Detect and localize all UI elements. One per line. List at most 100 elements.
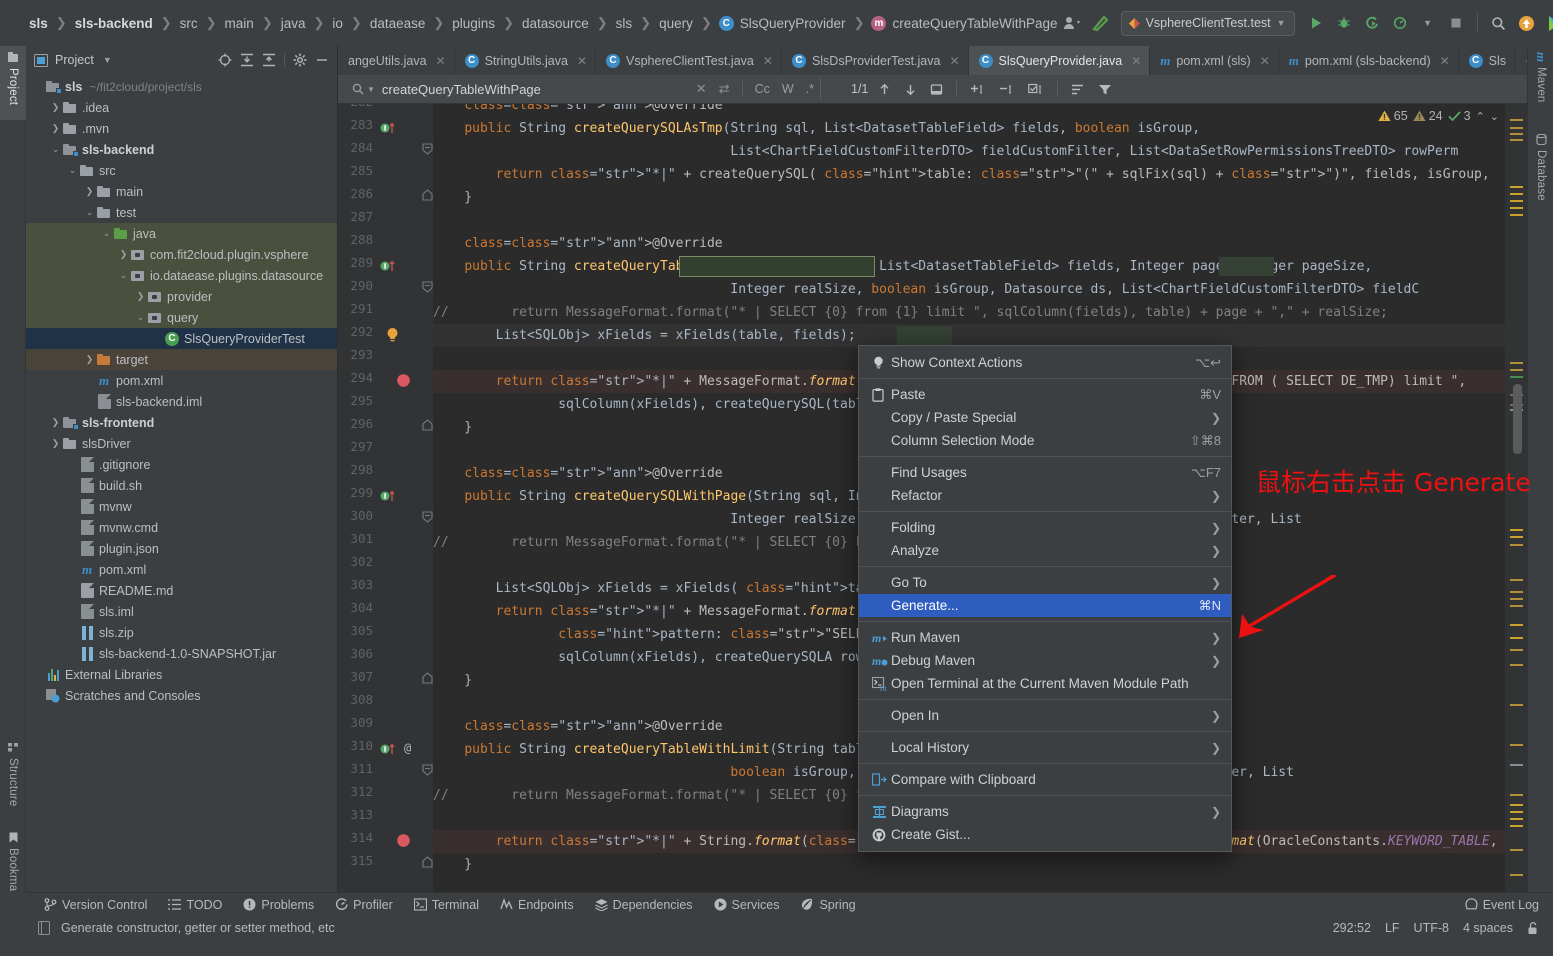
expand-all-icon[interactable] [240, 53, 254, 67]
next-problem-icon[interactable]: ⌄ [1490, 110, 1499, 123]
breadcrumb-item[interactable]: query [658, 16, 694, 31]
search-everywhere-icon[interactable] [1486, 10, 1512, 36]
chevron-down-icon[interactable]: ⌄ [100, 228, 113, 239]
breadcrumb-item[interactable]: m createQueryTableWithPage [871, 15, 1058, 31]
find-in-selection-icon[interactable] [930, 83, 943, 96]
fold-end-icon[interactable] [422, 856, 433, 869]
error-stripe-mark[interactable] [1510, 362, 1523, 364]
fold-end-icon[interactable] [422, 419, 433, 432]
tree-item[interactable]: sls ~/fit2cloud/project/sls [26, 76, 337, 97]
breadcrumb-item[interactable]: src [179, 16, 199, 31]
tree-item[interactable]: .gitignore [26, 454, 337, 475]
error-stripe-mark[interactable] [1510, 544, 1523, 546]
error-stripe-mark[interactable] [1510, 874, 1523, 876]
tree-item[interactable]: ❯ main [26, 181, 337, 202]
editor-context-menu[interactable]: Show Context Actions ⌥↩ Paste ⌘V Copy / Past… [858, 345, 1232, 852]
menu-item[interactable]: Compare with Clipboard [859, 768, 1231, 791]
error-stripe-mark[interactable] [1510, 369, 1523, 371]
locate-icon[interactable] [218, 53, 232, 67]
tree-item[interactable]: sls-backend-1.0-SNAPSHOT.jar [26, 643, 337, 664]
tool-window-button[interactable]: Spring [800, 898, 856, 912]
event-log-button[interactable]: Event Log [1465, 898, 1539, 912]
tree-item[interactable]: ❯ .mvn [26, 118, 337, 139]
tree-item[interactable]: ⌄ query [26, 307, 337, 328]
breadcrumb-item[interactable]: datasource [521, 16, 590, 31]
tree-item[interactable]: ⌄ src [26, 160, 337, 181]
tool-window-button[interactable]: Dependencies [594, 898, 693, 912]
error-stripe-mark[interactable] [1510, 849, 1523, 851]
intention-bulb-icon[interactable] [385, 327, 400, 343]
code-line[interactable]: class=class="str">"ann">@Override [433, 715, 722, 738]
error-stripe-mark[interactable] [1510, 624, 1523, 626]
fold-end-icon[interactable] [422, 189, 433, 202]
tree-item[interactable]: sls.iml [26, 601, 337, 622]
tool-window-button[interactable]: Problems [243, 898, 314, 912]
error-stripe-mark[interactable] [1510, 579, 1523, 581]
close-icon[interactable]: ✕ [1440, 54, 1450, 68]
sidebar-item-structure[interactable]: Structure [0, 736, 26, 818]
filter-list-icon[interactable] [1071, 83, 1085, 96]
code-line[interactable]: List<SQLObj> xFields = xFields(table, fi… [433, 324, 856, 347]
menu-item[interactable]: Open In ❯ [859, 704, 1231, 727]
caret-position[interactable]: 292:52 [1333, 921, 1371, 935]
breadcrumb-item[interactable]: sls-backend [74, 16, 154, 31]
code-line[interactable]: } [433, 669, 472, 692]
sidebar-item-database[interactable]: Database [1528, 128, 1553, 212]
tree-item[interactable]: ❯ com.fit2cloud.plugin.vsphere [26, 244, 337, 265]
tool-window-button[interactable]: Profiler [335, 898, 393, 912]
tool-window-button[interactable]: Services [714, 898, 779, 912]
tree-item[interactable]: build.sh [26, 475, 337, 496]
chevron-right-icon[interactable]: ❯ [49, 417, 62, 428]
breadcrumb-item[interactable]: C SlsQueryProvider [718, 15, 847, 31]
tool-window-bar[interactable]: Version Control TODO Problems Profiler Termi… [26, 892, 1553, 916]
menu-item[interactable]: Paste ⌘V [859, 383, 1231, 406]
tree-item[interactable]: README.md [26, 580, 337, 601]
error-stripe-mark[interactable] [1510, 193, 1523, 195]
settings-gear-icon[interactable] [293, 53, 307, 67]
tree-item[interactable]: mvnw [26, 496, 337, 517]
chevron-right-icon[interactable]: ❯ [83, 186, 96, 197]
project-tree[interactable]: sls ~/fit2cloud/project/sls ❯ .idea ❯ .mvn ⌄ sl… [26, 74, 337, 892]
warnings-badge[interactable]: 65 [1378, 109, 1408, 123]
menu-item[interactable]: Find Usages ⌥F7 [859, 461, 1231, 484]
menu-item[interactable]: m Debug Maven ❯ [859, 649, 1231, 672]
tree-item[interactable]: ⌄ java [26, 223, 337, 244]
tree-item[interactable]: sls-backend.iml [26, 391, 337, 412]
filter-icon[interactable] [1098, 83, 1112, 96]
fold-end-icon[interactable] [422, 672, 433, 685]
tool-window-button[interactable]: Version Control [44, 898, 147, 912]
error-stripe-mark[interactable] [1510, 664, 1523, 666]
error-stripe-mark[interactable] [1510, 139, 1523, 141]
tree-item[interactable]: ❯ slsDriver [26, 433, 337, 454]
error-stripe-mark[interactable] [1510, 200, 1523, 202]
chevron-down-icon[interactable]: ⌄ [66, 165, 79, 176]
breadcrumb-item[interactable]: sls [28, 16, 49, 31]
editor-tab[interactable]: C SlsQueryProvider.java ✕ [968, 46, 1151, 75]
chevron-down-icon[interactable]: ▼ [103, 55, 112, 65]
profiler-icon[interactable] [1387, 10, 1413, 36]
error-stripe-mark[interactable] [1510, 637, 1523, 639]
chevron-right-icon[interactable]: ❯ [117, 249, 130, 260]
tree-item[interactable]: C SlsQueryProviderTest [26, 328, 337, 349]
close-icon[interactable]: ✕ [1131, 54, 1141, 68]
code-line[interactable]: class=class="str">"ann">@Override [433, 232, 722, 255]
tree-item[interactable]: External Libraries [26, 664, 337, 685]
error-stripe-mark[interactable] [1510, 825, 1523, 827]
code-line[interactable]: } [433, 416, 472, 439]
error-stripe-mark[interactable] [1510, 605, 1523, 607]
tree-item[interactable]: ❯ sls-frontend [26, 412, 337, 433]
error-stripe-mark[interactable] [1510, 598, 1523, 600]
inspection-widget[interactable]: 65 24 3 ⌃ ⌄ [1378, 109, 1499, 123]
remove-line-icon[interactable] [999, 83, 1015, 96]
code-line[interactable]: } [433, 853, 472, 876]
tree-item[interactable]: mvnw.cmd [26, 517, 337, 538]
chevron-down-icon[interactable]: ⌄ [134, 312, 147, 323]
editor-tab[interactable]: angeUtils.java ✕ [338, 46, 455, 75]
breakpoint-icon[interactable] [396, 833, 411, 848]
chevron-down-icon[interactable]: ⌄ [1524, 55, 1527, 66]
tree-item[interactable]: ⌄ io.dataease.plugins.datasource [26, 265, 337, 286]
annotation-gutter-icon[interactable]: @ [404, 741, 411, 755]
tree-item[interactable]: ⌄ test [26, 202, 337, 223]
error-stripe-mark[interactable] [1510, 794, 1523, 796]
error-stripe-mark[interactable] [1510, 764, 1523, 766]
